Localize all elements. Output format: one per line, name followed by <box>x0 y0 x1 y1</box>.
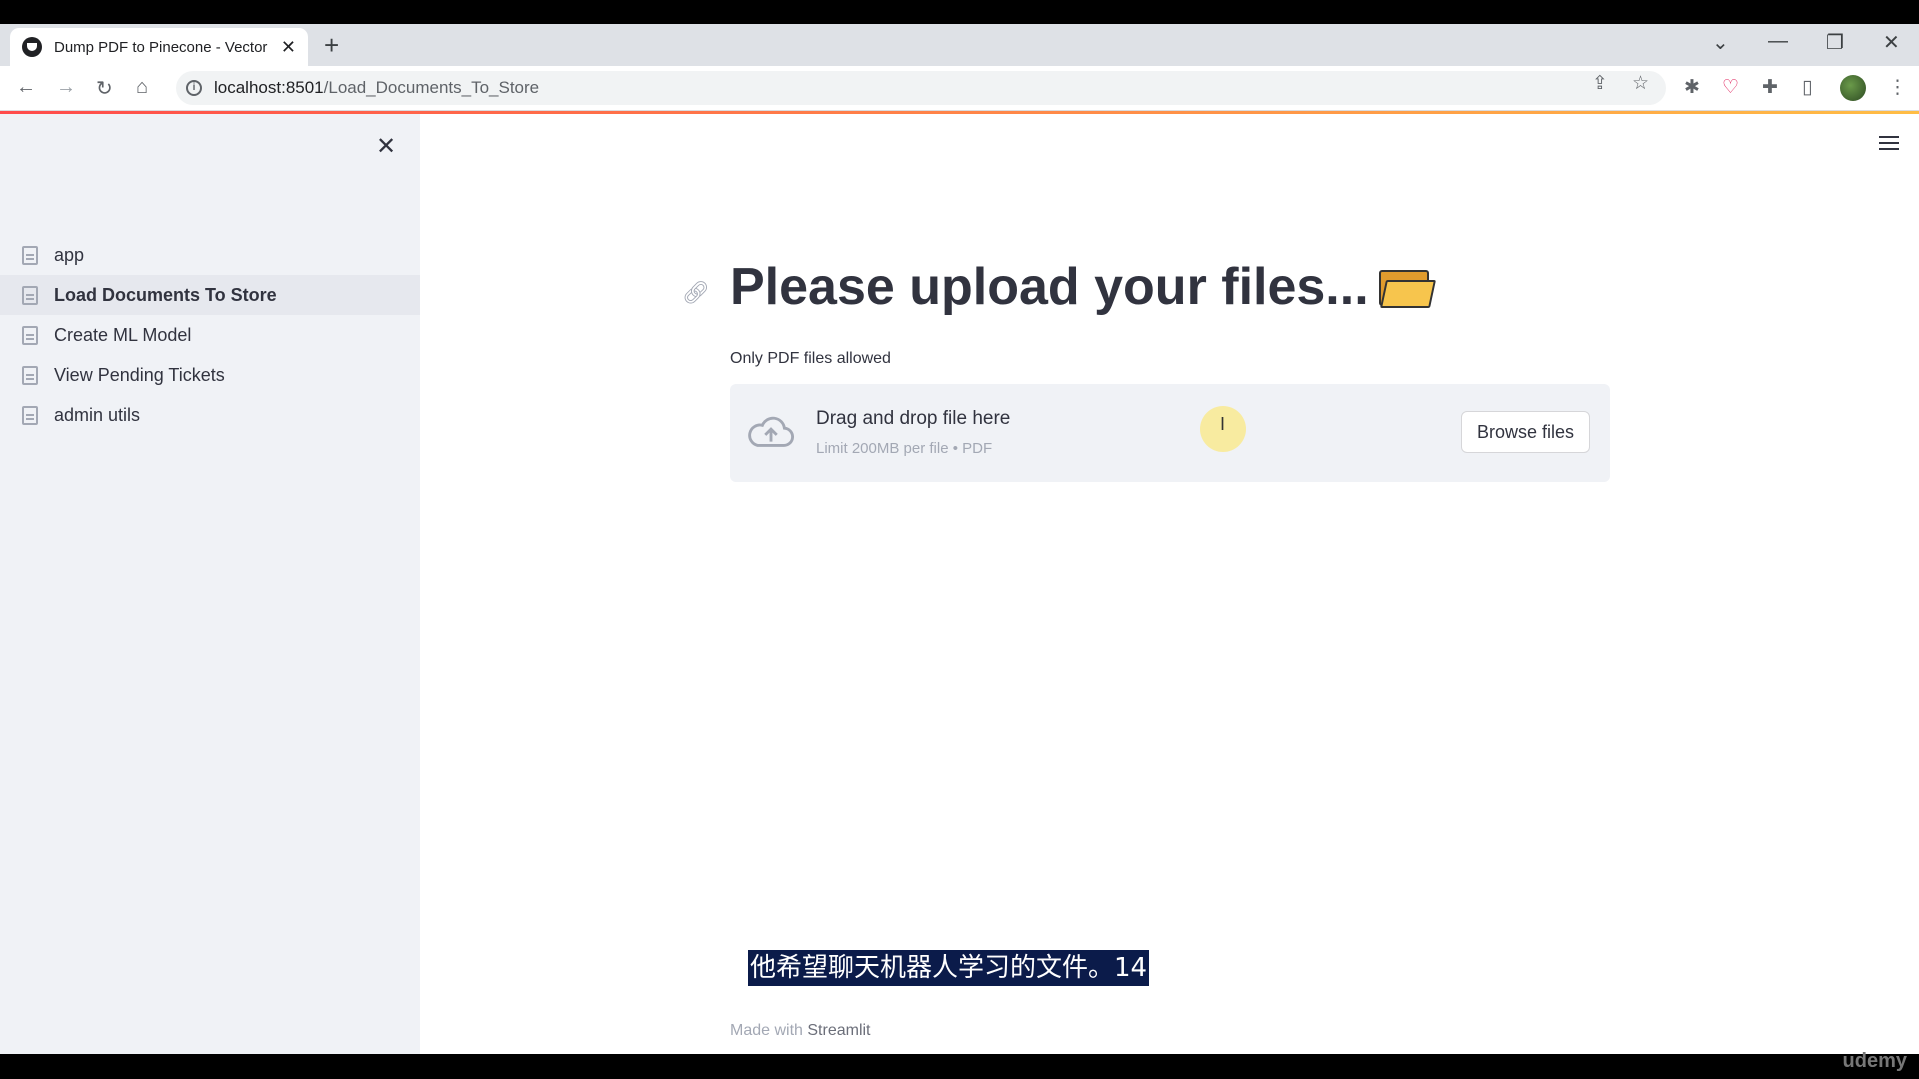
bookmark-star-icon[interactable]: ☆ <box>1632 72 1649 95</box>
tab-title: Dump PDF to Pinecone - Vector <box>54 38 268 56</box>
file-dropzone[interactable]: Drag and drop file here Limit 200MB per … <box>730 384 1610 482</box>
page-icon <box>22 245 38 265</box>
streamlit-app: ✕ app Load Documents To Store Create ML … <box>0 114 1919 1054</box>
letterbox-top <box>0 0 1919 24</box>
letterbox-bottom <box>0 1054 1919 1079</box>
page-icon <box>22 285 38 305</box>
dropzone-instructions: Drag and drop file here <box>816 408 1011 429</box>
window-close-icon[interactable]: ✕ <box>1883 30 1900 55</box>
sidebar-item-label: admin utils <box>54 404 141 425</box>
sidebar-item-label: app <box>54 244 85 265</box>
udemy-watermark: udemy <box>1842 1050 1907 1072</box>
link-icon[interactable]: 🔗︎ <box>682 280 710 306</box>
main-menu-hamburger-icon[interactable] <box>1879 136 1899 154</box>
extensions-puzzle-icon[interactable]: ✚ <box>1762 76 1778 99</box>
folder-icon <box>1377 266 1436 308</box>
side-panel-icon[interactable]: ▯ <box>1802 76 1812 99</box>
chrome-menu-icon[interactable]: ⋮ <box>1888 76 1907 99</box>
reload-icon[interactable]: ↻ <box>96 76 113 101</box>
browser-toolbar: ← → ↻ ⌂ i localhost:8501/Load_Documents_… <box>0 66 1919 111</box>
sidebar-item-label: Create ML Model <box>54 324 192 345</box>
sidebar-item-label: Load Documents To Store <box>54 284 277 305</box>
new-tab-icon[interactable]: + <box>324 32 339 58</box>
browser-tab[interactable]: Dump PDF to Pinecone - Vector ✕ <box>10 28 308 66</box>
page-title: Please upload your files... <box>730 257 1436 317</box>
sidebar-item-label: View Pending Tickets <box>54 364 225 385</box>
dropzone-limits: Limit 200MB per file • PDF <box>816 440 993 457</box>
page-icon <box>22 365 38 385</box>
home-icon[interactable]: ⌂ <box>136 76 148 99</box>
browser-tabstrip: Dump PDF to Pinecone - Vector ✕ + ⌄ — ❐ … <box>0 24 1919 66</box>
restore-icon[interactable]: ❐ <box>1826 30 1844 55</box>
profile-avatar[interactable] <box>1840 75 1866 101</box>
cloud-upload-icon <box>748 416 794 447</box>
footer: Made with Streamlit <box>730 1022 871 1040</box>
url-host: localhost:8501 <box>214 78 324 97</box>
extension-bug-icon[interactable]: ✱ <box>1684 76 1700 99</box>
sidebar-item-view-pending-tickets[interactable]: View Pending Tickets <box>0 355 420 395</box>
back-icon[interactable]: ← <box>16 76 36 99</box>
page-icon <box>22 325 38 345</box>
forward-icon[interactable]: → <box>56 76 76 99</box>
video-subtitle: 他希望聊天机器人学习的文件。14 <box>748 950 1150 986</box>
page-title-text: Please upload your files... <box>730 258 1369 316</box>
minimize-icon[interactable]: — <box>1768 30 1788 53</box>
sidebar-nav: app Load Documents To Store Create ML Mo… <box>0 235 420 435</box>
sidebar-close-icon[interactable]: ✕ <box>376 132 396 161</box>
file-uploader-label: Only PDF files allowed <box>730 350 891 367</box>
sidebar: ✕ app Load Documents To Store Create ML … <box>0 114 420 1054</box>
pocket-icon[interactable]: ♡ <box>1722 76 1739 99</box>
sidebar-item-app[interactable]: app <box>0 235 420 275</box>
sidebar-item-load-documents[interactable]: Load Documents To Store <box>0 275 420 315</box>
mouse-cursor-highlight <box>1200 406 1246 452</box>
tab-search-icon[interactable]: ⌄ <box>1712 30 1729 55</box>
page-icon <box>22 405 38 425</box>
sidebar-item-admin-utils[interactable]: admin utils <box>0 395 420 435</box>
sidebar-item-create-ml-model[interactable]: Create ML Model <box>0 315 420 355</box>
tab-close-icon[interactable]: ✕ <box>281 37 296 58</box>
streamlit-favicon-icon <box>22 37 42 57</box>
streamlit-link[interactable]: Streamlit <box>807 1022 870 1039</box>
url-path: /Load_Documents_To_Store <box>323 78 540 97</box>
url-text: localhost:8501/Load_Documents_To_Store <box>214 78 539 98</box>
browse-files-button[interactable]: Browse files <box>1460 411 1590 453</box>
share-icon[interactable]: ⇪ <box>1592 72 1608 95</box>
site-info-icon[interactable]: i <box>186 80 202 96</box>
address-bar[interactable]: i localhost:8501/Load_Documents_To_Store <box>176 71 1666 105</box>
footer-prefix: Made with <box>730 1022 803 1039</box>
